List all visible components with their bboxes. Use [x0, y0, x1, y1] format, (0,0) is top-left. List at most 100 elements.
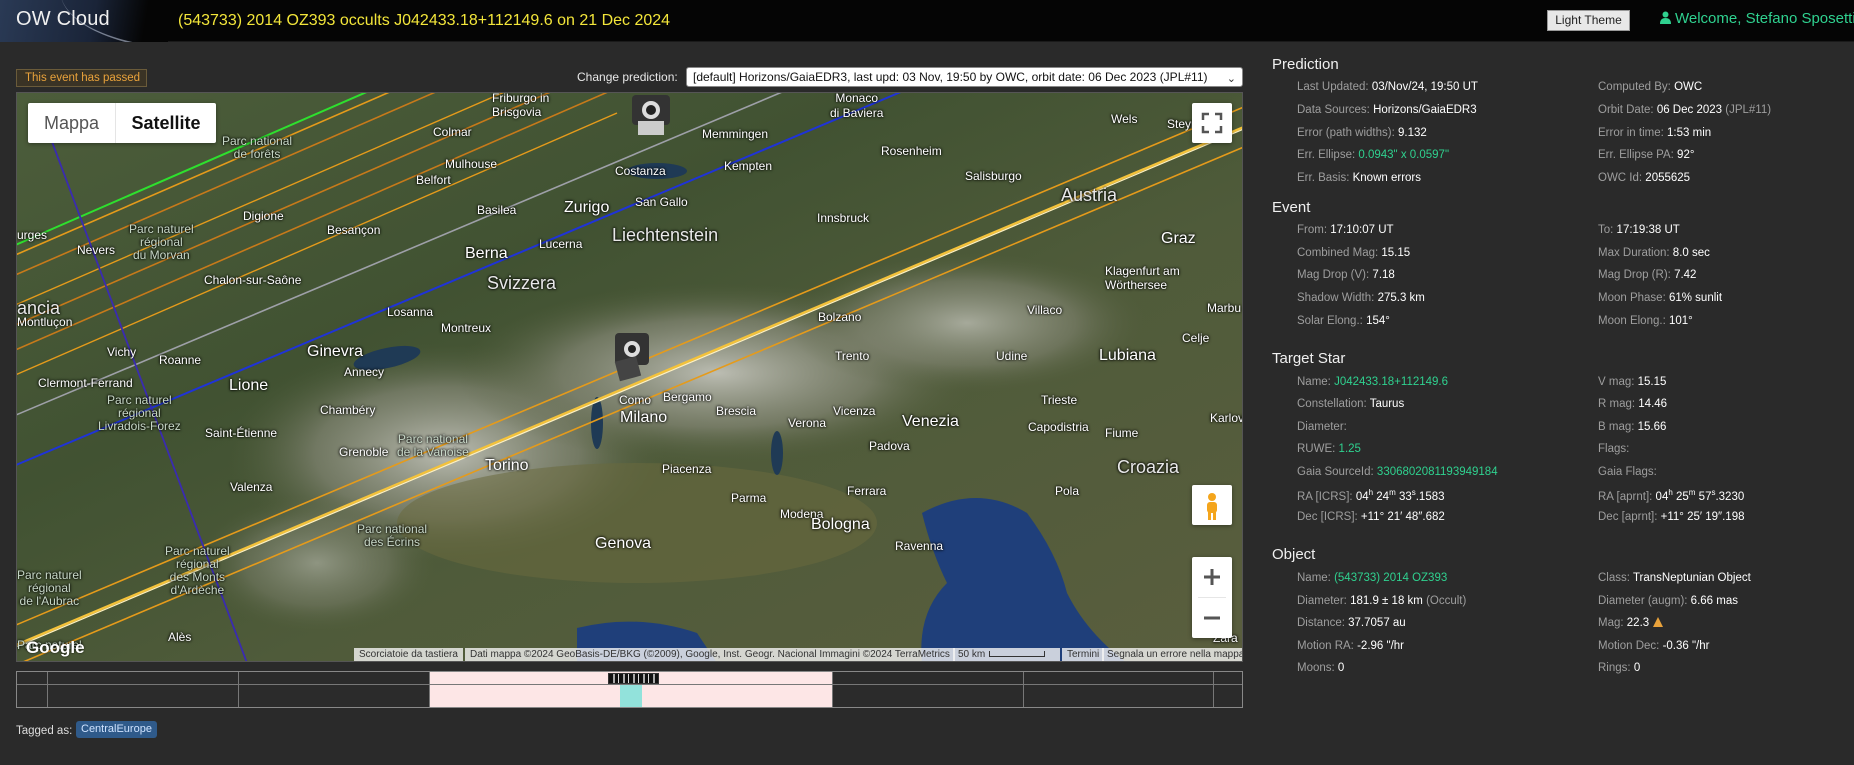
map-label: Wels — [1111, 112, 1138, 126]
rings-row: Rings: 0 — [1598, 662, 1640, 674]
ra-hours: 04 — [1355, 491, 1369, 503]
map-label: Pola — [1055, 484, 1080, 498]
owc-id-row: OWC Id: 2055625 — [1598, 172, 1690, 184]
zoom-control — [1192, 557, 1232, 638]
field-label: Data Sources: — [1297, 104, 1370, 116]
field-extra: (JPL#11) — [1725, 104, 1772, 116]
field-label: Name: — [1297, 572, 1331, 584]
event-passed-badge: This event has passed — [16, 69, 147, 87]
google-logo[interactable]: Google — [26, 638, 85, 658]
field-label: V mag: — [1598, 376, 1635, 388]
object-heading: Object — [1272, 546, 1316, 563]
map-data-attribution: Dati mappa ©2024 GeoBasis-DE/BKG (©2009)… — [465, 648, 955, 661]
map-label: Liechtenstein — [612, 225, 719, 245]
timeline-tick — [47, 672, 48, 707]
object-name-link[interactable]: (543733) 2014 OZ393 — [1334, 572, 1447, 584]
map-type-mappa-button[interactable]: Mappa — [28, 103, 116, 143]
field-value: 154° — [1366, 315, 1390, 327]
field-label: From: — [1297, 224, 1328, 236]
map-type-satellite-button[interactable]: Satellite — [116, 103, 216, 143]
map-scale[interactable]: 50 km — [953, 648, 1060, 661]
field-value: 14.46 — [1638, 398, 1668, 410]
field-value: 7.18 — [1372, 269, 1395, 281]
flags-row: Flags: — [1598, 443, 1629, 455]
map-label: Innsbruck — [817, 211, 870, 225]
app-logo[interactable]: OW Cloud — [0, 0, 168, 42]
map-type-control: Mappa Satellite — [28, 103, 216, 143]
field-value: 04h 24m 33s.1583 — [1355, 488, 1445, 503]
map-label: Verona — [788, 416, 827, 430]
keyboard-shortcuts-link[interactable]: Scorciatoie da tastiera — [354, 648, 463, 661]
err-basis-row: Err. Basis: Known errors — [1297, 172, 1421, 184]
map-label: Digione — [243, 209, 284, 223]
tag-centraleurope[interactable]: CentralEurope — [76, 721, 157, 738]
field-value: 03/Nov/24, 19:50 UT — [1371, 81, 1478, 93]
prediction-select[interactable]: [default] Horizons/GaiaEDR3, last upd: 0… — [686, 67, 1243, 87]
user-menu[interactable]: Welcome, Stefano Sposetti — [1660, 10, 1854, 27]
field-label: Err. Ellipse: — [1297, 149, 1356, 161]
gaia-source-link[interactable]: 3306802081193949184 — [1377, 466, 1498, 478]
data-sources-row: Data Sources: Horizons/GaiaEDR3 — [1297, 104, 1477, 116]
moon-elong-row: Moon Elong.: 101° — [1598, 315, 1693, 327]
star-name-link[interactable]: J042433.18+112149.6 — [1334, 376, 1448, 388]
distance-row: Distance: 37.7057 au — [1297, 617, 1406, 629]
warning-icon[interactable] — [1653, 617, 1664, 627]
report-map-error-link[interactable]: Segnala un errore nella mappa — [1102, 648, 1242, 661]
map-label: Salisburgo — [965, 169, 1022, 183]
street-view-button[interactable] — [1192, 485, 1232, 525]
star-name-row: Name: J042433.18+112149.6 — [1297, 376, 1448, 388]
r-mag-row: R mag: 14.46 — [1598, 398, 1667, 410]
field-value: 22.3 — [1626, 617, 1650, 629]
field-label: Err. Ellipse PA: — [1598, 149, 1674, 161]
field-label: Moon Elong.: — [1598, 315, 1666, 327]
terms-link[interactable]: Termini — [1062, 648, 1105, 661]
event-timeline[interactable] — [16, 671, 1243, 708]
field-label: Motion RA: — [1297, 640, 1354, 652]
field-label: Motion Dec: — [1598, 640, 1660, 652]
field-value: 15.15 — [1381, 247, 1411, 259]
map-label: Steyr — [1167, 117, 1196, 131]
zoom-in-button[interactable] — [1192, 557, 1232, 597]
field-value: -2.96 "/hr — [1357, 640, 1405, 652]
map-label: Parma — [731, 491, 767, 505]
field-label: Mag Drop (R): — [1598, 269, 1671, 281]
map-label: Grenoble — [339, 445, 389, 459]
map-label: Parc naturel régional de l'Aubrac — [17, 568, 82, 608]
timeline-handle[interactable] — [608, 673, 659, 684]
field-label: Mag: — [1598, 617, 1624, 629]
timeline-tick — [238, 672, 239, 707]
field-extra: (Occult) — [1426, 595, 1467, 607]
map-label: Memmingen — [702, 127, 769, 141]
field-value[interactable]: 1.25 — [1339, 443, 1361, 455]
map-label: Udine — [996, 349, 1028, 363]
ra-minutes: 25 — [1676, 491, 1689, 503]
map-label: Svizzera — [487, 273, 557, 293]
field-value: 0 — [1337, 662, 1345, 674]
map-scale-label: 50 km — [958, 649, 986, 660]
map-label: Lubiana — [1099, 347, 1156, 364]
field-label: Computed By: — [1598, 81, 1671, 93]
fullscreen-button[interactable] — [1192, 103, 1232, 143]
to-row: To: 17:19:38 UT — [1598, 224, 1680, 236]
map-label: Celje — [1182, 331, 1210, 345]
zoom-out-button[interactable] — [1192, 598, 1232, 638]
map-label: Colmar — [433, 125, 472, 139]
diameter-row: Diameter: — [1297, 421, 1347, 433]
field-value: 17:19:38 UT — [1616, 224, 1680, 236]
map-label: Bolzano — [818, 310, 862, 324]
map-label: Ravenna — [895, 539, 944, 553]
dec-aprnt-row: Dec [aprnt]: +11° 25′ 19″.198 — [1598, 511, 1745, 523]
err-ellipse-row: Err. Ellipse: 0.0943" x 0.0597" — [1297, 149, 1449, 161]
map-label: Ferrara — [847, 484, 887, 498]
pegman-icon — [1207, 493, 1217, 520]
shadow-width-row: Shadow Width: 275.3 km — [1297, 292, 1425, 304]
map-label: Ginevra — [307, 343, 364, 360]
light-theme-button[interactable]: Light Theme — [1547, 10, 1630, 31]
map-label: Karlova — [1210, 411, 1242, 425]
field-value: 1:53 min — [1667, 127, 1712, 139]
field-value[interactable]: 0.0943" x 0.0597" — [1358, 149, 1449, 161]
occultation-map[interactable]: Monaco di Baviera Friburgo in Brisgovia … — [16, 92, 1243, 662]
field-label: R mag: — [1598, 398, 1636, 410]
solar-elong-row: Solar Elong.: 154° — [1297, 315, 1390, 327]
map-label: Villaco — [1027, 303, 1063, 317]
